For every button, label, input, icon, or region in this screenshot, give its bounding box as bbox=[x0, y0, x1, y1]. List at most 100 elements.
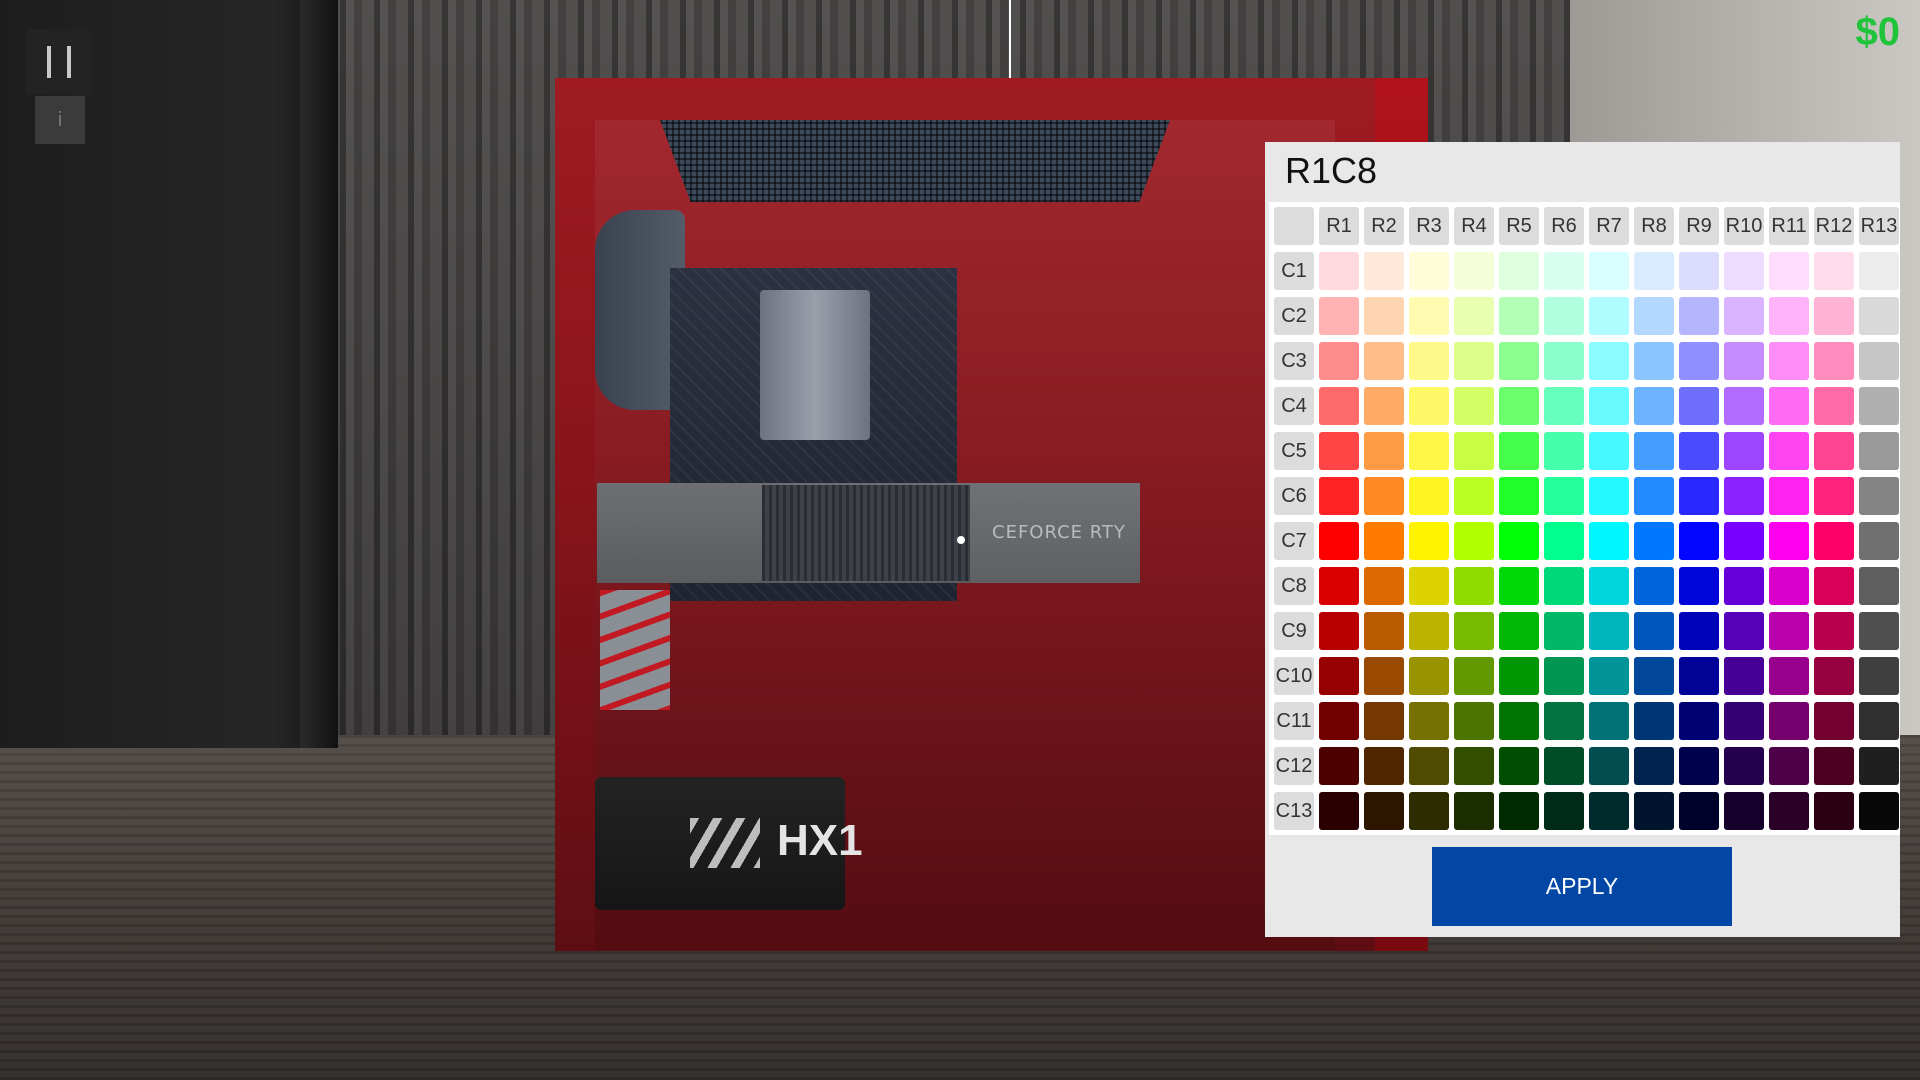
color-swatch[interactable] bbox=[1544, 747, 1584, 785]
color-swatch[interactable] bbox=[1454, 747, 1494, 785]
color-swatch[interactable] bbox=[1544, 792, 1584, 830]
color-swatch[interactable] bbox=[1544, 252, 1584, 290]
color-swatch[interactable] bbox=[1859, 792, 1899, 830]
color-swatch[interactable] bbox=[1859, 432, 1899, 470]
color-swatch[interactable] bbox=[1769, 477, 1809, 515]
color-swatch[interactable] bbox=[1634, 702, 1674, 740]
info-button[interactable]: i bbox=[35, 96, 85, 144]
color-swatch[interactable] bbox=[1724, 342, 1764, 380]
color-swatch[interactable] bbox=[1724, 252, 1764, 290]
color-swatch[interactable] bbox=[1769, 522, 1809, 560]
color-swatch[interactable] bbox=[1499, 297, 1539, 335]
color-swatch[interactable] bbox=[1724, 657, 1764, 695]
color-swatch[interactable] bbox=[1409, 252, 1449, 290]
color-swatch[interactable] bbox=[1364, 297, 1404, 335]
color-swatch[interactable] bbox=[1544, 567, 1584, 605]
color-swatch[interactable] bbox=[1814, 792, 1854, 830]
color-swatch[interactable] bbox=[1634, 747, 1674, 785]
color-swatch[interactable] bbox=[1544, 432, 1584, 470]
color-swatch[interactable] bbox=[1364, 387, 1404, 425]
color-swatch[interactable] bbox=[1544, 657, 1584, 695]
cpu-cooler[interactable] bbox=[760, 290, 870, 440]
color-swatch[interactable] bbox=[1679, 477, 1719, 515]
color-swatch[interactable] bbox=[1859, 747, 1899, 785]
color-swatch[interactable] bbox=[1409, 522, 1449, 560]
color-swatch[interactable] bbox=[1499, 567, 1539, 605]
color-swatch[interactable] bbox=[1769, 567, 1809, 605]
color-swatch[interactable] bbox=[1319, 522, 1359, 560]
color-swatch[interactable] bbox=[1454, 432, 1494, 470]
color-swatch[interactable] bbox=[1859, 522, 1899, 560]
color-swatch[interactable] bbox=[1859, 342, 1899, 380]
color-swatch[interactable] bbox=[1454, 477, 1494, 515]
color-swatch[interactable] bbox=[1409, 297, 1449, 335]
color-swatch[interactable] bbox=[1454, 612, 1494, 650]
color-swatch[interactable] bbox=[1724, 612, 1764, 650]
color-swatch[interactable] bbox=[1634, 792, 1674, 830]
color-swatch[interactable] bbox=[1589, 612, 1629, 650]
color-swatch[interactable] bbox=[1364, 657, 1404, 695]
color-swatch[interactable] bbox=[1679, 252, 1719, 290]
color-swatch[interactable] bbox=[1589, 252, 1629, 290]
color-swatch[interactable] bbox=[1679, 387, 1719, 425]
color-swatch[interactable] bbox=[1634, 477, 1674, 515]
color-swatch[interactable] bbox=[1499, 612, 1539, 650]
color-swatch[interactable] bbox=[1814, 477, 1854, 515]
color-swatch[interactable] bbox=[1319, 657, 1359, 695]
color-swatch[interactable] bbox=[1454, 522, 1494, 560]
color-swatch[interactable] bbox=[1724, 567, 1764, 605]
color-swatch[interactable] bbox=[1679, 657, 1719, 695]
color-swatch[interactable] bbox=[1409, 432, 1449, 470]
color-swatch[interactable] bbox=[1544, 477, 1584, 515]
color-swatch[interactable] bbox=[1634, 342, 1674, 380]
color-swatch[interactable] bbox=[1544, 612, 1584, 650]
color-swatch[interactable] bbox=[1679, 792, 1719, 830]
color-swatch[interactable] bbox=[1544, 387, 1584, 425]
color-swatch[interactable] bbox=[1589, 567, 1629, 605]
color-swatch[interactable] bbox=[1724, 297, 1764, 335]
color-swatch[interactable] bbox=[1499, 252, 1539, 290]
color-swatch[interactable] bbox=[1679, 702, 1719, 740]
color-swatch[interactable] bbox=[1454, 567, 1494, 605]
color-swatch[interactable] bbox=[1634, 567, 1674, 605]
color-swatch[interactable] bbox=[1409, 567, 1449, 605]
color-swatch[interactable] bbox=[1769, 342, 1809, 380]
color-swatch[interactable] bbox=[1454, 657, 1494, 695]
color-swatch[interactable] bbox=[1814, 297, 1854, 335]
color-swatch[interactable] bbox=[1634, 657, 1674, 695]
color-swatch[interactable] bbox=[1679, 522, 1719, 560]
color-swatch[interactable] bbox=[1724, 702, 1764, 740]
color-swatch[interactable] bbox=[1319, 792, 1359, 830]
color-swatch[interactable] bbox=[1859, 702, 1899, 740]
color-swatch[interactable] bbox=[1319, 432, 1359, 470]
color-swatch[interactable] bbox=[1769, 432, 1809, 470]
color-swatch[interactable] bbox=[1454, 792, 1494, 830]
color-swatch[interactable] bbox=[1454, 252, 1494, 290]
color-swatch[interactable] bbox=[1409, 657, 1449, 695]
color-swatch[interactable] bbox=[1814, 747, 1854, 785]
color-swatch[interactable] bbox=[1364, 522, 1404, 560]
color-swatch[interactable] bbox=[1634, 612, 1674, 650]
color-swatch[interactable] bbox=[1454, 702, 1494, 740]
color-swatch[interactable] bbox=[1364, 792, 1404, 830]
color-swatch[interactable] bbox=[1589, 432, 1629, 470]
color-swatch[interactable] bbox=[1679, 342, 1719, 380]
color-swatch[interactable] bbox=[1679, 432, 1719, 470]
color-swatch[interactable] bbox=[1499, 702, 1539, 740]
color-swatch[interactable] bbox=[1364, 567, 1404, 605]
color-swatch[interactable] bbox=[1589, 342, 1629, 380]
color-swatch[interactable] bbox=[1679, 567, 1719, 605]
color-swatch[interactable] bbox=[1409, 792, 1449, 830]
color-swatch[interactable] bbox=[1499, 387, 1539, 425]
color-swatch[interactable] bbox=[1859, 477, 1899, 515]
color-swatch[interactable] bbox=[1634, 522, 1674, 560]
color-swatch[interactable] bbox=[1499, 432, 1539, 470]
color-swatch[interactable] bbox=[1679, 747, 1719, 785]
color-swatch[interactable] bbox=[1499, 522, 1539, 560]
color-swatch[interactable] bbox=[1589, 657, 1629, 695]
color-swatch[interactable] bbox=[1814, 567, 1854, 605]
color-swatch[interactable] bbox=[1409, 612, 1449, 650]
color-swatch[interactable] bbox=[1814, 387, 1854, 425]
color-swatch[interactable] bbox=[1409, 342, 1449, 380]
color-swatch[interactable] bbox=[1724, 522, 1764, 560]
